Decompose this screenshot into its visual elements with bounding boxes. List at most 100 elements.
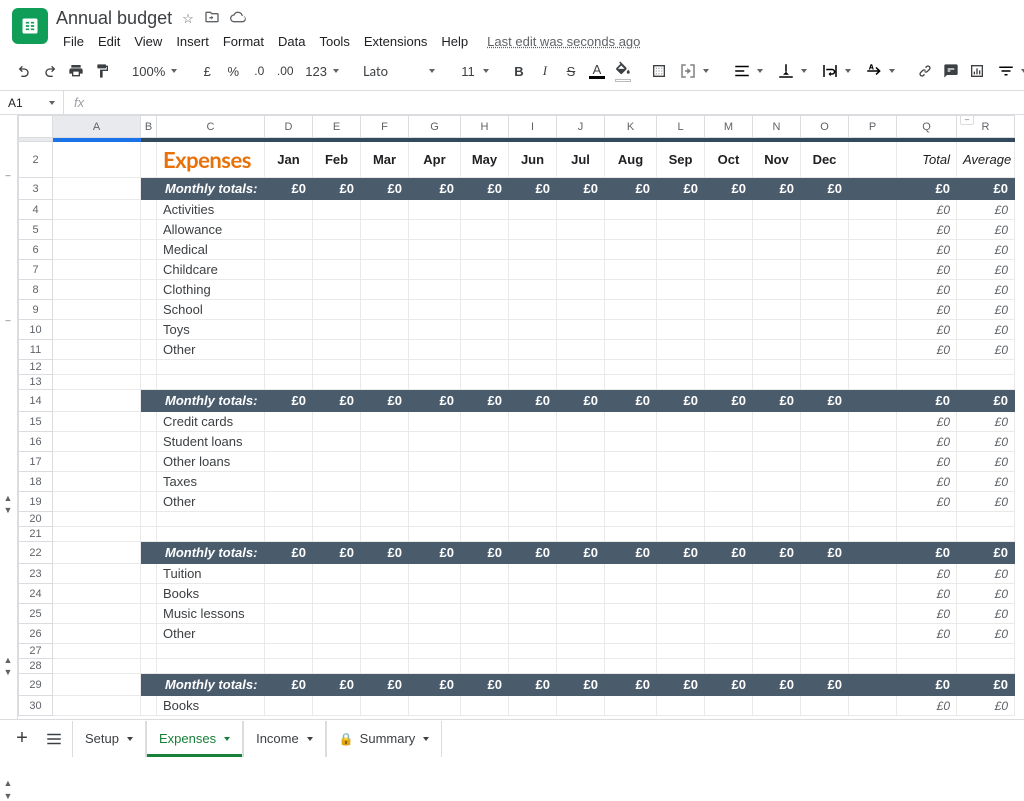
cell[interactable] <box>461 584 509 604</box>
sheets-app-icon[interactable] <box>12 8 48 44</box>
cell[interactable] <box>409 472 461 492</box>
cell[interactable] <box>605 564 657 584</box>
cell[interactable] <box>409 696 461 716</box>
section-total[interactable]: £0 <box>897 542 957 564</box>
cell[interactable] <box>509 472 557 492</box>
expense-item-name[interactable]: Other <box>157 492 265 512</box>
cell[interactable] <box>313 659 361 674</box>
row-header[interactable]: 8 <box>19 280 53 300</box>
cell[interactable] <box>657 280 705 300</box>
cell[interactable] <box>801 375 849 390</box>
cell[interactable] <box>557 512 605 527</box>
cell[interactable] <box>141 320 157 340</box>
cell[interactable] <box>141 375 157 390</box>
cell[interactable] <box>361 320 409 340</box>
cell[interactable] <box>409 452 461 472</box>
cell[interactable] <box>461 240 509 260</box>
cell[interactable] <box>657 564 705 584</box>
cell[interactable] <box>509 527 557 542</box>
cell[interactable] <box>461 412 509 432</box>
month-total[interactable]: £0 <box>753 542 801 564</box>
cell[interactable] <box>157 375 265 390</box>
cell[interactable] <box>141 512 157 527</box>
cell[interactable] <box>313 624 361 644</box>
item-average[interactable]: £0 <box>957 412 1015 432</box>
expense-item-name[interactable]: Credit cards <box>157 412 265 432</box>
cell[interactable] <box>801 360 849 375</box>
insert-link-button[interactable] <box>913 58 937 84</box>
cell[interactable] <box>461 696 509 716</box>
cell[interactable] <box>141 452 157 472</box>
section-name[interactable]: Entertainment <box>53 674 141 696</box>
cell[interactable] <box>753 624 801 644</box>
row-header[interactable]: 13 <box>19 375 53 390</box>
cell[interactable] <box>141 542 157 564</box>
item-total[interactable]: £0 <box>897 320 957 340</box>
cell[interactable] <box>461 220 509 240</box>
row-group-toggle[interactable]: ▲ <box>3 493 13 503</box>
cell[interactable] <box>461 432 509 452</box>
cell[interactable] <box>849 512 897 527</box>
row-header[interactable]: 11 <box>19 340 53 360</box>
cell[interactable] <box>753 472 801 492</box>
cell[interactable] <box>141 492 157 512</box>
text-color-button[interactable]: A <box>585 58 609 84</box>
cell[interactable] <box>361 659 409 674</box>
section-average[interactable]: £0 <box>957 674 1015 696</box>
cell[interactable] <box>409 624 461 644</box>
average-header[interactable]: Average <box>957 142 1015 178</box>
cell[interactable] <box>557 412 605 432</box>
cell[interactable] <box>265 280 313 300</box>
paint-format-button[interactable] <box>90 58 114 84</box>
cell[interactable] <box>509 240 557 260</box>
cell[interactable] <box>957 375 1015 390</box>
cell[interactable] <box>461 564 509 584</box>
cell[interactable] <box>141 604 157 624</box>
cell[interactable] <box>361 527 409 542</box>
cell[interactable] <box>313 527 361 542</box>
cell[interactable] <box>361 604 409 624</box>
undo-button[interactable] <box>12 58 36 84</box>
cell[interactable] <box>509 432 557 452</box>
select-all-corner[interactable] <box>19 116 53 138</box>
month-header[interactable]: Sep <box>657 142 705 178</box>
column-header[interactable]: Q <box>897 116 957 138</box>
cell[interactable] <box>605 320 657 340</box>
cell[interactable] <box>557 624 605 644</box>
cell[interactable] <box>705 659 753 674</box>
expense-item-name[interactable]: Tuition <box>157 564 265 584</box>
cell[interactable] <box>753 659 801 674</box>
cell[interactable] <box>461 644 509 659</box>
cell[interactable] <box>141 390 157 412</box>
cell[interactable] <box>265 320 313 340</box>
row-header[interactable]: 12 <box>19 360 53 375</box>
cell[interactable] <box>801 412 849 432</box>
cell[interactable] <box>361 564 409 584</box>
cell[interactable] <box>557 340 605 360</box>
cell[interactable] <box>801 260 849 280</box>
cell[interactable] <box>849 564 897 584</box>
cell[interactable] <box>461 280 509 300</box>
cell[interactable] <box>897 659 957 674</box>
cell[interactable] <box>461 659 509 674</box>
cell[interactable] <box>801 452 849 472</box>
row-header[interactable]: 27 <box>19 644 53 659</box>
cell[interactable] <box>753 644 801 659</box>
cell[interactable] <box>141 564 157 584</box>
cell[interactable] <box>849 340 897 360</box>
cell[interactable] <box>141 527 157 542</box>
row-header[interactable]: 28 <box>19 659 53 674</box>
month-total[interactable]: £0 <box>657 674 705 696</box>
cell[interactable] <box>705 492 753 512</box>
cell[interactable] <box>265 300 313 320</box>
cell[interactable] <box>265 240 313 260</box>
row-header[interactable]: 17 <box>19 452 53 472</box>
item-total[interactable]: £0 <box>897 696 957 716</box>
item-average[interactable]: £0 <box>957 200 1015 220</box>
insert-comment-button[interactable] <box>939 58 963 84</box>
cell[interactable] <box>265 452 313 472</box>
cell[interactable] <box>957 644 1015 659</box>
cell[interactable] <box>657 320 705 340</box>
text-wrap-button[interactable] <box>815 58 857 84</box>
cell[interactable] <box>509 564 557 584</box>
